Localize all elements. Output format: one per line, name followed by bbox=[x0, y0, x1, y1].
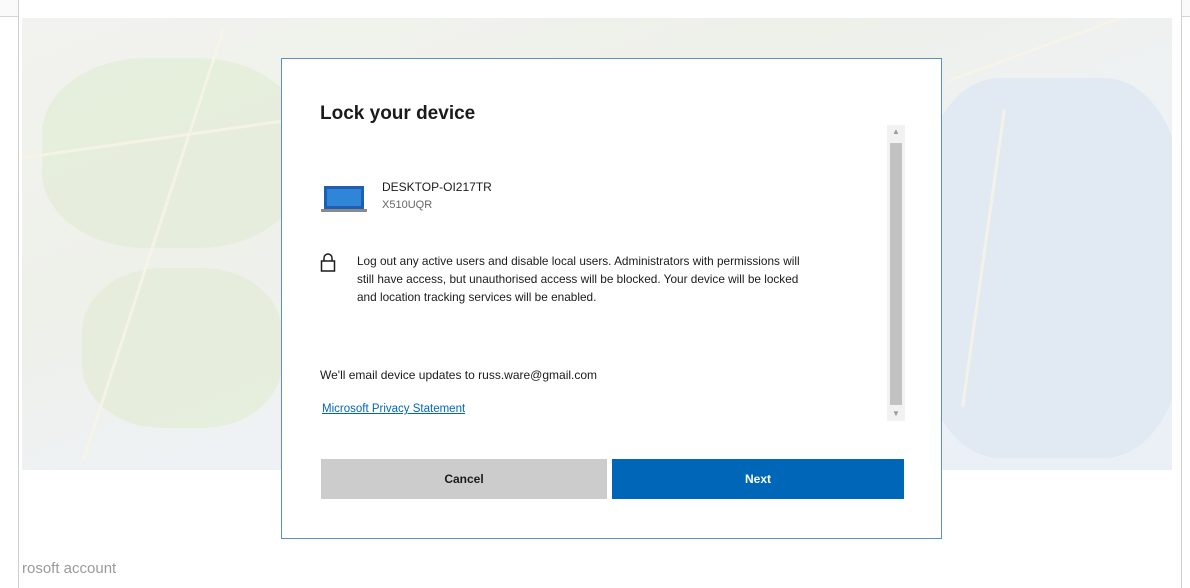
page: rosoft account Lock your device DESKTOP-… bbox=[0, 0, 1190, 588]
dialog-scrollbar[interactable]: ▲ ▼ bbox=[887, 125, 905, 421]
lock-message: Log out any active users and disable loc… bbox=[357, 254, 800, 304]
scroll-down-arrow-icon[interactable]: ▼ bbox=[887, 407, 905, 421]
lock-device-dialog: Lock your device DESKTOP-OI217TR X510UQR… bbox=[281, 58, 942, 539]
laptop-icon bbox=[321, 186, 367, 212]
email-notice: We'll email device updates to russ.ware@… bbox=[320, 368, 598, 382]
scroll-thumb[interactable] bbox=[890, 143, 902, 405]
map-park bbox=[82, 268, 282, 428]
lock-icon bbox=[320, 253, 336, 272]
footer-account-text: rosoft account bbox=[22, 560, 117, 577]
map-water bbox=[922, 78, 1172, 458]
scroll-up-arrow-icon[interactable]: ▲ bbox=[887, 125, 905, 139]
next-button[interactable]: Next bbox=[612, 459, 904, 499]
device-model: X510UQR bbox=[382, 199, 433, 211]
device-name: DESKTOP-OI217TR bbox=[382, 180, 492, 194]
cancel-button[interactable]: Cancel bbox=[321, 459, 607, 499]
device-info: DESKTOP-OI217TR X510UQR bbox=[320, 177, 820, 217]
map-road bbox=[948, 18, 1172, 82]
privacy-statement-link[interactable]: Microsoft Privacy Statement bbox=[322, 403, 465, 415]
dialog-title: Lock your device bbox=[320, 103, 476, 124]
map-park bbox=[42, 58, 302, 248]
